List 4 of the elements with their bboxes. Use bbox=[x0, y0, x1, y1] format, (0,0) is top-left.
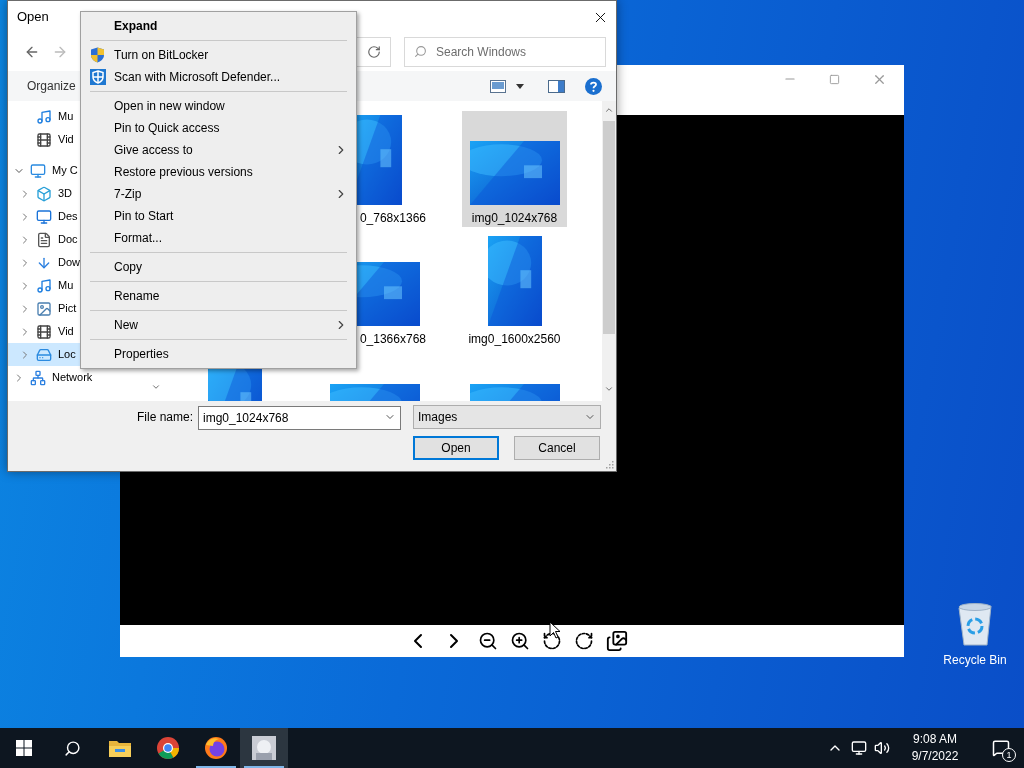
notification-badge: 1 bbox=[1002, 748, 1016, 762]
desktop-icon-label: Recycle Bin bbox=[943, 652, 1007, 669]
window-title: Open bbox=[17, 8, 49, 27]
file-name-label: File name: bbox=[136, 409, 193, 426]
